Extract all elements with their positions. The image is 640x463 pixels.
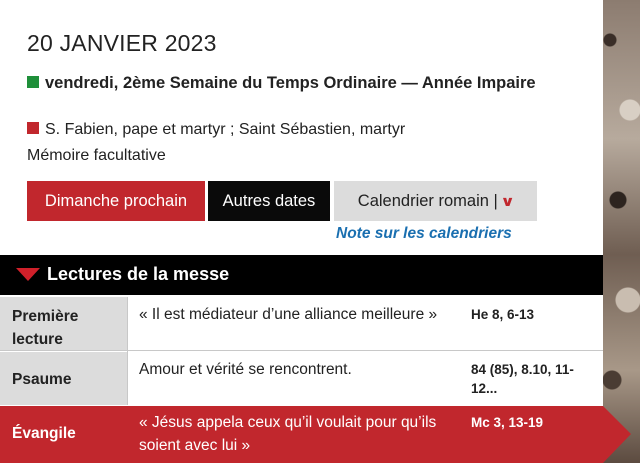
calendar-select-button[interactable]: Calendrier romain | ∨	[334, 181, 537, 221]
other-dates-button[interactable]: Autres dates	[208, 181, 330, 221]
saint-color-square-icon	[27, 122, 39, 134]
reading-text: « Il est médiateur d’une alliance meille…	[139, 306, 438, 323]
day-card: 20 JANVIER 2023 vendredi, 2ème Semaine d…	[0, 0, 603, 463]
feast-line: vendredi, 2ème Semaine du Temps Ordinair…	[27, 71, 572, 95]
reading-title: Psaume	[0, 352, 127, 405]
section-title: Lectures de la messe	[47, 264, 230, 284]
reading-title: Évangile	[12, 425, 76, 442]
reading-row-active[interactable]: Évangile « Jésus appela ceux qu’il voula…	[0, 406, 603, 463]
next-sunday-button[interactable]: Dimanche prochain	[27, 181, 205, 221]
table-divider	[127, 297, 128, 405]
saints-label: S. Fabien, pape et martyr ; Saint Sébast…	[45, 121, 406, 138]
calendar-select-label: Calendrier romain |	[357, 192, 498, 210]
background-texture	[600, 0, 640, 463]
readings-section-header[interactable]: Lectures de la messe	[0, 255, 603, 295]
reading-text: Amour et vérité se rencontrent.	[139, 361, 352, 378]
active-row-arrow	[603, 406, 631, 463]
liturgical-color-square-icon	[27, 76, 39, 88]
reading-text: « Jésus appela ceux qu’il voulait pour q…	[139, 414, 437, 454]
rank-label: Mémoire facultative	[27, 147, 166, 164]
reading-ref: He 8, 6-13	[471, 307, 535, 322]
reading-ref: Mc 3, 13-19	[471, 415, 544, 430]
saints-line: S. Fabien, pape et martyr ; Saint Sébast…	[27, 121, 405, 139]
page-title: 20 JANVIER 2023	[27, 30, 217, 56]
reading-ref: 84 (85), 8.10, 11-12...	[471, 362, 574, 396]
calendar-note-link[interactable]: Note sur les calendriers	[336, 225, 512, 243]
chevron-down-icon: ∨	[500, 193, 515, 209]
feast-label: vendredi, 2ème Semaine du Temps Ordinair…	[45, 74, 536, 92]
reading-row[interactable]: Psaume Amour et vérité se rencontrent. 8…	[0, 352, 603, 405]
reading-title: Première lecture	[0, 297, 127, 350]
triangle-down-icon	[16, 268, 40, 281]
reading-row[interactable]: Première lecture « Il est médiateur d’un…	[0, 297, 603, 351]
